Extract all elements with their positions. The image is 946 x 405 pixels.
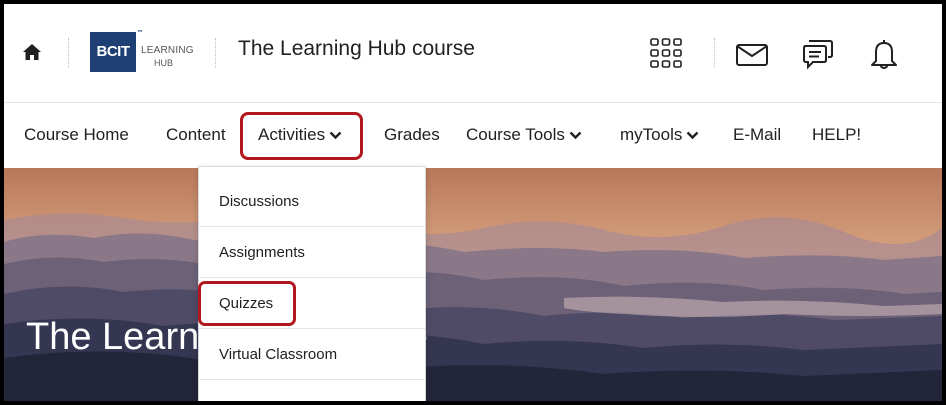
separator [68,38,69,68]
chat-icon[interactable] [800,37,836,71]
nav-course-home[interactable]: Course Home [24,125,129,145]
nav-course-tools[interactable]: Course Tools [466,125,582,145]
bell-icon[interactable] [866,37,902,71]
logo-line2: HUB [154,58,174,68]
bcit-learning-hub-logo[interactable]: BCIT ™ LEARNING HUB [90,30,194,74]
menu-item-virtual-classroom[interactable]: Virtual Classroom [199,330,425,380]
nav-mytools[interactable]: myTools [620,125,699,145]
mountain-banner-image [4,168,942,401]
chevron-down-icon [569,131,582,140]
menu-item-assignments[interactable]: Assignments [199,228,425,278]
separator [714,38,715,68]
nav-help[interactable]: HELP! [812,125,861,145]
minibar: BCIT ™ LEARNING HUB The Learning Hub cou… [4,4,942,103]
activities-dropdown-menu: Discussions Assignments Quizzes Virtual … [198,166,426,401]
nav-mytools-label: myTools [620,125,683,144]
logo-trademark: ™ [137,30,143,36]
nav-activities-label: Activities [258,125,326,144]
menu-item-discussions[interactable]: Discussions [199,177,425,227]
home-icon[interactable] [21,41,43,63]
logo-line1: LEARNING [141,45,194,56]
course-banner: The Learnrse [4,168,942,401]
separator [215,38,216,68]
course-navbar: Course Home Content Activities Grades Co… [4,103,942,168]
course-title[interactable]: The Learning Hub course [238,37,475,61]
nav-email[interactable]: E-Mail [733,125,781,145]
chevron-down-icon [329,131,342,140]
logo-brand: BCIT [90,32,136,72]
nav-content[interactable]: Content [166,125,226,145]
menu-item-quizzes[interactable]: Quizzes [199,279,425,329]
mail-icon[interactable] [734,37,770,71]
nav-activities[interactable]: Activities [258,125,342,145]
browser-frame: BCIT ™ LEARNING HUB The Learning Hub cou… [0,0,946,405]
apps-grid-icon[interactable] [649,37,683,69]
nav-grades[interactable]: Grades [384,125,440,145]
chevron-down-icon [687,131,699,140]
banner-title-left: The Learn [26,316,200,358]
nav-course-tools-label: Course Tools [466,125,565,144]
